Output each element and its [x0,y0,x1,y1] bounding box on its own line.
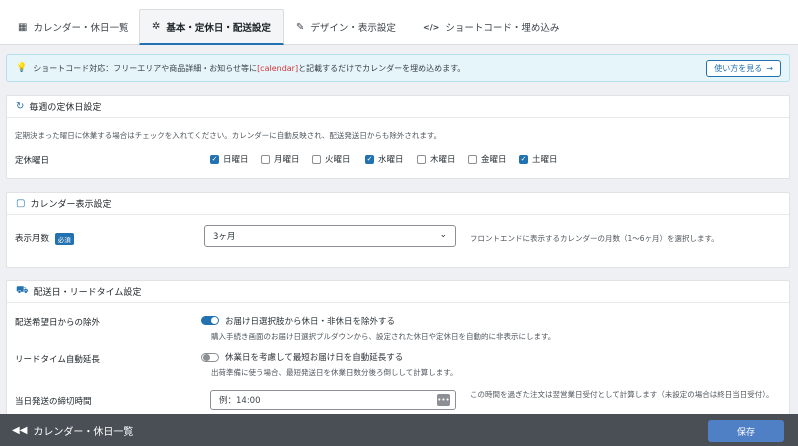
arrow-right-icon: → [766,64,773,73]
card-title: 配送日・リードタイム設定 [33,288,142,298]
checkbox[interactable]: ✓ [519,154,528,164]
calendar-icon: ▦ [18,21,28,33]
tab-label: 基本・定休日・配送設定 [166,22,271,34]
day-label: 日曜日 [223,155,249,165]
code-icon: </> [423,22,440,32]
day-monday[interactable]: 月曜日 [261,153,300,165]
months-label-text: 表示月数 [15,234,50,244]
save-button[interactable]: 保存 [708,420,784,442]
tab-bar: ▦ カレンダー・休日一覧 ✲ 基本・定休日・配送設定 ✎ デザイン・表示設定 <… [0,0,798,45]
refresh-icon: ↻ [16,101,25,112]
brush-icon: ✎ [296,21,305,33]
checkbox[interactable]: ✓ [210,154,219,164]
day-wednesday[interactable]: ✓ 水曜日 [365,153,404,165]
cutoff-time-input[interactable]: 例：14:00 ••• [210,390,456,410]
card-header: ▢ カレンダー表示設定 [7,193,789,215]
lead-toggle[interactable] [201,353,219,362]
gear-icon: ✲ [152,21,161,32]
double-chevron-left-icon: ◀◀ [12,424,28,436]
weekly-holiday-card: ↻ 毎週の定休日設定 定期決まった曜日に休業する場合はチェックを入れてください。… [6,95,790,179]
card-header: ↻ 毎週の定休日設定 [7,96,789,118]
shortcode-notice: 💡 ショートコード対応： フリーエリアや商品詳細・お知らせ等に [calenda… [6,54,790,82]
chevron-down-icon: ⌄ [439,230,447,240]
day-sunday[interactable]: ✓ 日曜日 [210,153,249,165]
lead-description: 出荷準備に使う場合、最短発送日を休業日数分後ろ倒しして計算します。 [211,368,458,377]
cutoff-label: 当日発送の締切時間 [15,397,92,407]
toggle-knob [211,317,218,324]
card-title: 毎週の定休日設定 [29,103,102,113]
tab-calendar-list[interactable]: ▦ カレンダー・休日一覧 [18,9,128,45]
checkbox[interactable] [261,154,270,164]
notice-text-after: と記載するだけでカレンダーを埋め込めます。 [298,63,466,73]
tab-shortcode[interactable]: </> ショートコード・埋め込み [423,9,559,45]
tab-basic-settings[interactable]: ✲ 基本・定休日・配送設定 [139,9,284,45]
exclude-label: 配送希望日からの除外 [15,318,101,328]
notice-text-before: フリーエリアや商品詳細・お知らせ等に [113,63,258,73]
required-badge: 必須 [54,232,74,245]
help-button[interactable]: 使い方を見る → [706,60,781,77]
day-label: 月曜日 [274,155,300,165]
checkbox[interactable]: ✓ [365,154,374,164]
months-select[interactable]: 3ヶ月 ⌄ [204,225,456,247]
cutoff-help: この時間を過ぎた注文は翌営業日受付として計算します（未設定の場合は終日当日受付）… [470,390,774,399]
checkbox[interactable] [468,154,477,164]
more-icon[interactable]: ••• [437,394,450,406]
help-label: 使い方を見る [714,64,763,73]
day-label: 水曜日 [378,155,404,165]
tab-label: ショートコード・埋め込み [445,23,560,34]
day-label: 土曜日 [532,155,558,165]
tab-design[interactable]: ✎ デザイン・表示設定 [296,9,396,45]
notice-prefix: ショートコード対応： [33,63,114,73]
toggle-knob [203,354,210,361]
exclude-description: 購入手続き画面のお届け日選択プルダウンから、設定された休日や定休日を自動的に非表… [211,332,556,341]
notice-code: [calendar] [257,63,299,73]
calendar-icon: ▢ [16,198,26,209]
day-label: 金曜日 [481,155,507,165]
checkbox[interactable] [312,154,321,164]
day-label: 木曜日 [430,155,456,165]
tab-label: デザイン・表示設定 [310,23,396,34]
select-value: 3ヶ月 [213,232,236,242]
card-title: カレンダー表示設定 [30,200,112,210]
cutoff-value: 例：14:00 [219,396,261,406]
exclude-toggle-label: お届け日選択肢から休日・非休日を除外する [225,317,396,327]
card-header: ⛟ 配送日・リードタイム設定 [7,281,789,303]
day-thursday[interactable]: 木曜日 [417,153,456,165]
truck-icon: ⛟ [16,285,29,296]
lead-label: リードタイム自動延長 [15,355,100,365]
exclude-toggle[interactable] [201,316,219,325]
day-friday[interactable]: 金曜日 [468,153,507,165]
day-tuesday[interactable]: 火曜日 [312,153,351,165]
day-label: 火曜日 [325,155,351,165]
checkbox[interactable] [417,154,426,164]
back-link[interactable]: ◀◀ カレンダー・休日一覧 [12,423,133,438]
weekly-label: 定休曜日 [15,156,50,166]
months-help: フロントエンドに表示するカレンダーの月数（1〜6ヶ月）を選択します。 [470,234,719,243]
back-label: カレンダー・休日一覧 [33,426,134,438]
weekly-description: 定期決まった曜日に休業する場合はチェックを入れてください。カレンダーに自動反映さ… [15,131,442,140]
lead-toggle-label: 休業日を考慮して最短お届け日を自動延長する [225,353,404,363]
display-months-label: 表示月数 必須 [15,232,74,245]
tab-label: カレンダー・休日一覧 [33,23,129,34]
lightbulb-icon: 💡 [16,63,28,73]
day-saturday[interactable]: ✓ 土曜日 [519,153,558,165]
footer-bar: ◀◀ カレンダー・休日一覧 保存 [0,414,798,446]
